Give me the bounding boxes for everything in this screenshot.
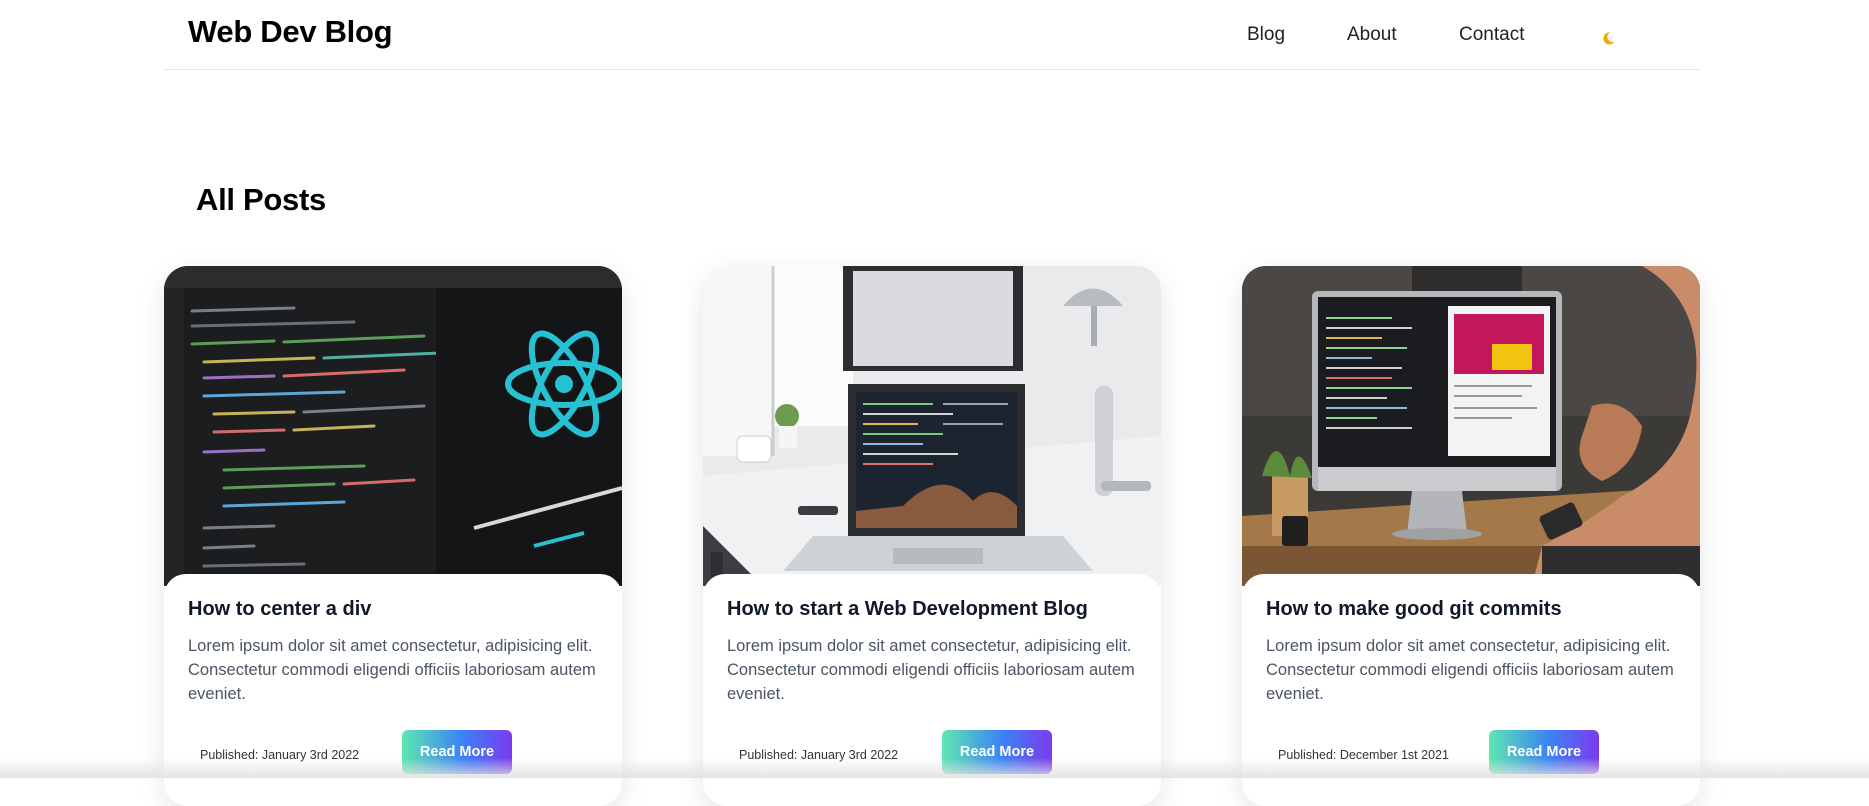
read-more-button[interactable]: Read More — [942, 730, 1052, 774]
post-card-body: How to start a Web Development Blog Lore… — [703, 574, 1161, 806]
nav-about-link[interactable]: About — [1347, 24, 1397, 46]
post-card: How to make good git commits Lorem ipsum… — [1242, 266, 1700, 806]
theme-toggle-button[interactable] — [1597, 27, 1619, 49]
post-list: How to center a div Lorem ipsum dolor si… — [164, 266, 1700, 806]
post-date: Published: December 1st 2021 — [1278, 748, 1449, 762]
site-header: Web Dev Blog Blog About Contact — [164, 0, 1700, 70]
post-card-body: How to center a div Lorem ipsum dolor si… — [164, 574, 622, 806]
read-more-button[interactable]: Read More — [1489, 730, 1599, 774]
post-date: Published: January 3rd 2022 — [739, 748, 899, 762]
post-date: Published: January 3rd 2022 — [200, 748, 360, 762]
post-card: How to start a Web Development Blog Lore… — [703, 266, 1161, 806]
post-excerpt: Lorem ipsum dolor sit amet consectetur, … — [188, 637, 596, 703]
post-title[interactable]: How to make good git commits — [1266, 598, 1676, 621]
nav-contact-link[interactable]: Contact — [1459, 24, 1524, 46]
imac-developer-image — [1242, 266, 1700, 586]
post-title[interactable]: How to start a Web Development Blog — [727, 598, 1137, 621]
site-logo[interactable]: Web Dev Blog — [188, 14, 393, 50]
post-excerpt: Lorem ipsum dolor sit amet consectetur, … — [1266, 637, 1674, 703]
react-code-editor-image — [164, 266, 622, 586]
page-title: All Posts — [196, 182, 326, 217]
moon-icon — [1603, 32, 1615, 45]
post-excerpt: Lorem ipsum dolor sit amet consectetur, … — [727, 637, 1135, 703]
post-title[interactable]: How to center a div — [188, 598, 598, 621]
nav-blog-link[interactable]: Blog — [1247, 24, 1285, 46]
post-card: How to center a div Lorem ipsum dolor si… — [164, 266, 622, 806]
laptop-desk-image — [703, 266, 1161, 586]
read-more-button[interactable]: Read More — [402, 730, 512, 774]
post-card-body: How to make good git commits Lorem ipsum… — [1242, 574, 1700, 806]
